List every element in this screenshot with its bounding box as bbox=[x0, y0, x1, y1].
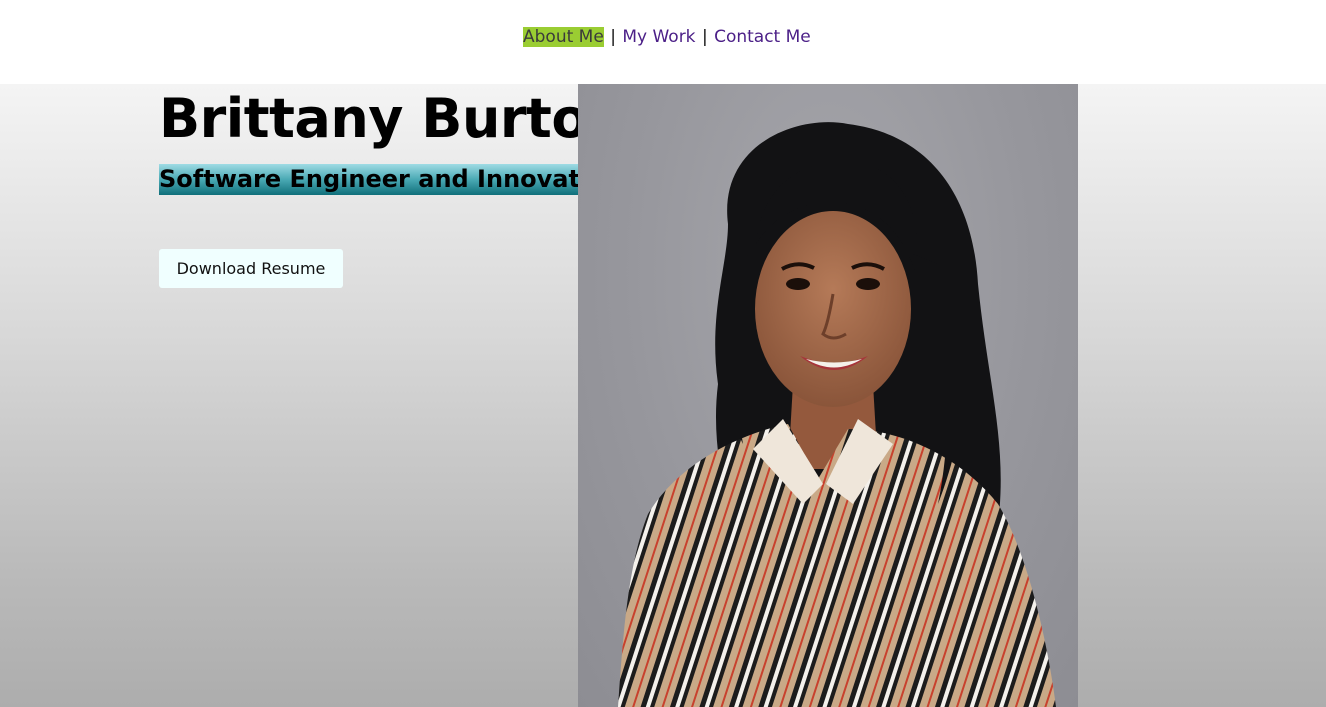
nav-separator: | bbox=[610, 27, 616, 47]
nav-link-my-work[interactable]: My Work bbox=[622, 27, 695, 47]
portrait-photo bbox=[578, 84, 1078, 707]
hero-section: Brittany Burton Software Engineer and In… bbox=[0, 84, 1326, 707]
hero-tagline: Software Engineer and Innovator bbox=[159, 164, 578, 195]
download-resume-button[interactable]: Download Resume bbox=[159, 249, 343, 288]
portrait-illustration bbox=[618, 122, 1056, 707]
nav-link-about-me[interactable]: About Me bbox=[523, 27, 604, 47]
nav-link-contact-me[interactable]: Contact Me bbox=[714, 27, 811, 47]
nav-separator: | bbox=[701, 27, 708, 47]
nav-links: About Me | My Work | Contact Me bbox=[523, 26, 811, 48]
hero-name: Brittany Burton bbox=[159, 87, 626, 150]
top-nav: About Me | My Work | Contact Me bbox=[0, 0, 1326, 84]
